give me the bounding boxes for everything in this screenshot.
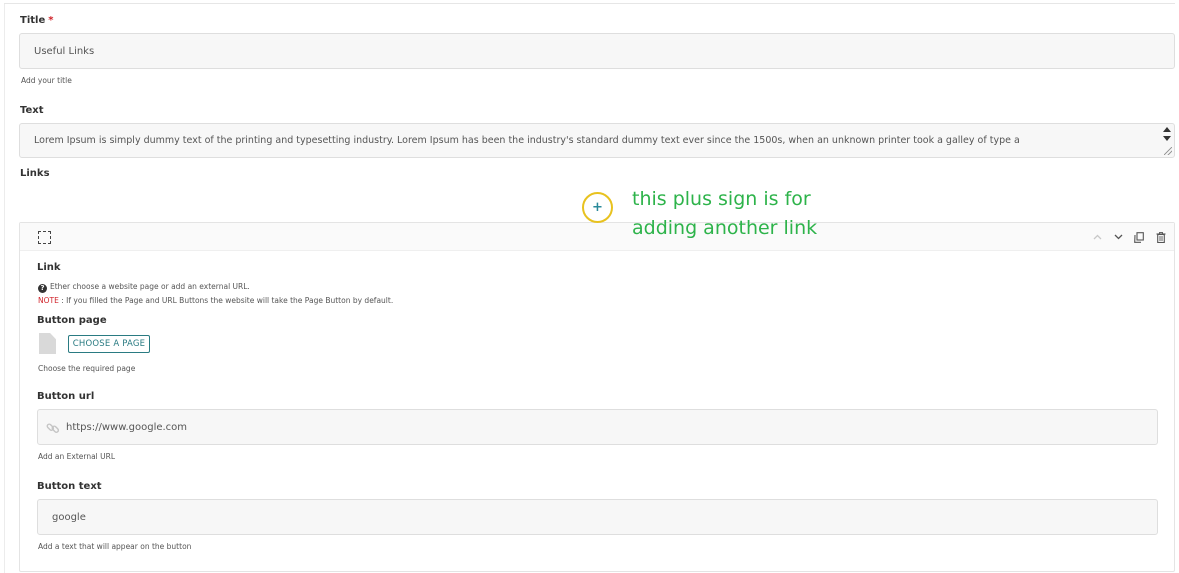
scroll-down-icon[interactable] (1162, 136, 1171, 141)
title-help: Add your title (21, 76, 72, 85)
left-border (4, 4, 5, 573)
title-label: Title * (20, 15, 53, 26)
annotation-callout: this plus sign is for adding another lin… (632, 185, 817, 243)
note-text: : If you filled the Page and URL Buttons… (58, 296, 394, 305)
title-label-text: Title (20, 15, 46, 26)
text-textarea-value: Lorem Ipsum is simply dummy text of the … (34, 135, 1020, 146)
top-divider (4, 3, 1175, 4)
trash-icon[interactable] (1154, 230, 1168, 244)
link-note: NOTE : If you filled the Page and URL Bu… (38, 296, 393, 305)
button-text-help: Add a text that will appear on the butto… (38, 542, 192, 551)
link-info-text: Ether choose a website page or add an ex… (50, 282, 250, 291)
copy-icon[interactable] (1132, 230, 1146, 244)
note-prefix: NOTE (38, 296, 59, 305)
select-drag-icon[interactable] (38, 231, 51, 244)
button-text-value: google (52, 511, 86, 523)
textarea-scroll-arrows[interactable] (1162, 127, 1171, 141)
scroll-up-icon[interactable] (1162, 127, 1171, 132)
annotation-line-1: this plus sign is for (632, 188, 811, 210)
button-url-label: Button url (37, 391, 95, 402)
button-text-label: Button text (37, 481, 102, 492)
title-input[interactable]: Useful Links (19, 33, 1175, 69)
link-info: ? Ether choose a website page or add an e… (38, 282, 250, 293)
required-mark: * (48, 15, 54, 26)
link-label: Link (37, 262, 61, 273)
title-input-value: Useful Links (34, 45, 95, 57)
button-url-value: https://www.google.com (66, 421, 188, 433)
link-item-header (20, 223, 1174, 251)
chevron-down-icon[interactable] (1111, 230, 1125, 244)
links-label: Links (20, 168, 50, 179)
add-link-button[interactable]: + (582, 192, 613, 223)
text-textarea[interactable]: Lorem Ipsum is simply dummy text of the … (19, 123, 1175, 158)
annotation-line-2: adding another link (632, 217, 818, 239)
text-label: Text (20, 105, 44, 116)
button-page-label: Button page (37, 315, 107, 326)
resize-handle-icon[interactable] (1164, 147, 1172, 155)
button-url-input[interactable]: https://www.google.com (37, 409, 1158, 445)
chevron-up-icon[interactable] (1090, 230, 1104, 244)
choose-page-button[interactable]: CHOOSE A PAGE (68, 335, 150, 353)
button-url-help: Add an External URL (38, 452, 116, 461)
question-icon: ? (38, 284, 47, 293)
link-icon (46, 423, 60, 433)
button-page-help: Choose the required page (38, 364, 136, 373)
button-text-input[interactable]: google (37, 499, 1158, 535)
